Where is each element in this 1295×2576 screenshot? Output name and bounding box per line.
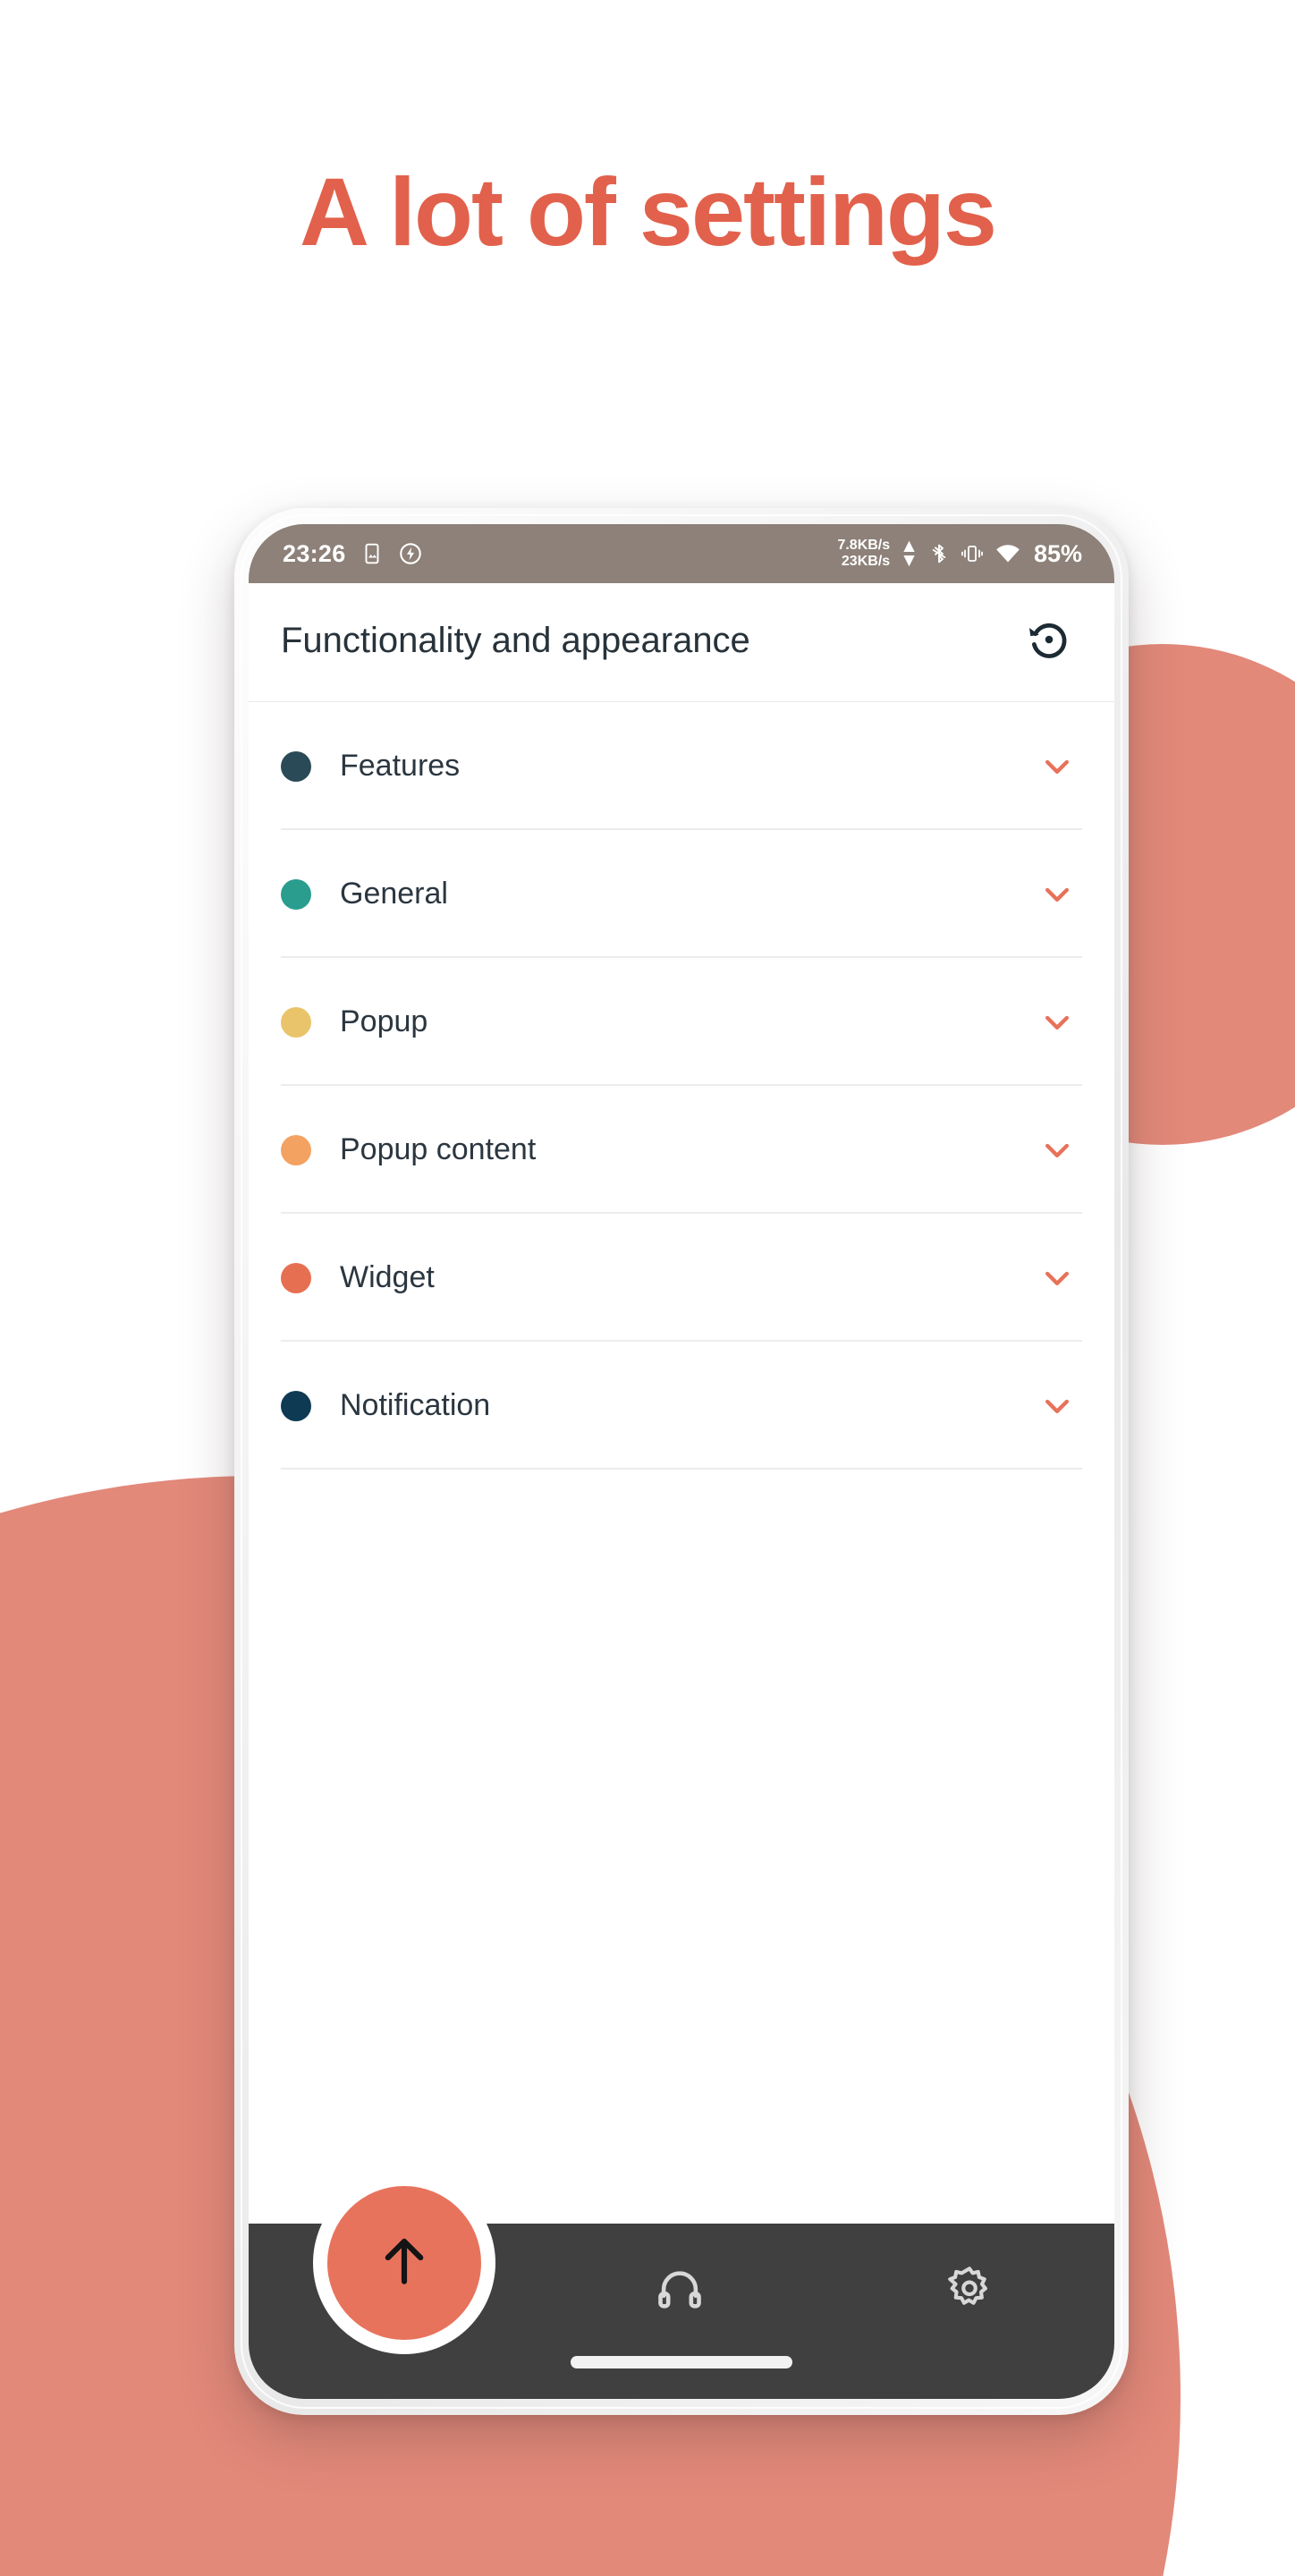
nav-item-settings[interactable]: [825, 2263, 1114, 2319]
app-header: Functionality and appearance: [249, 583, 1114, 702]
settings-row-label: Features: [340, 749, 461, 783]
chevron-down-icon[interactable]: [1032, 869, 1082, 919]
nav-items: [535, 2224, 1114, 2358]
settings-row-label: Notification: [340, 1388, 491, 1422]
settings-row-label: Popup: [340, 1004, 428, 1038]
network-download-speed: 23KB/s: [841, 554, 891, 569]
category-color-dot: [281, 1390, 311, 1421]
restore-icon: [1025, 615, 1073, 668]
settings-list: Features General Popup Popup content Wid…: [249, 702, 1114, 2224]
category-color-dot: [281, 878, 311, 910]
settings-row-widget[interactable]: Widget: [249, 1214, 1114, 1342]
status-bar-right: 7.8KB/s 23KB/s ▲ ▼ 85%: [837, 535, 1082, 571]
status-clock: 23:26: [283, 539, 346, 567]
screenshot-icon: [360, 542, 384, 565]
chevron-down-icon[interactable]: [1032, 1253, 1082, 1303]
bluetooth-icon: [928, 541, 950, 566]
wifi-icon: [995, 542, 1021, 565]
arrow-up-icon: [369, 2226, 439, 2301]
category-color-dot: [281, 1262, 311, 1293]
network-speed: 7.8KB/s 23KB/s: [837, 538, 890, 570]
settings-row-notification[interactable]: Notification: [249, 1342, 1114, 1470]
chevron-down-icon[interactable]: [1032, 1381, 1082, 1431]
screenshot-root: A lot of settings 23:26 7.8KB/s 23KB/s ▲…: [0, 0, 1295, 2576]
gear-icon: [944, 2263, 995, 2319]
settings-row-features[interactable]: Features: [249, 702, 1114, 830]
nav-item-audio[interactable]: [535, 2263, 825, 2319]
category-color-dot: [281, 750, 311, 782]
phone-device-mockup: 23:26 7.8KB/s 23KB/s ▲ ▼ 85% Functionali…: [234, 508, 1129, 2415]
network-arrows-icon: ▲ ▼: [900, 535, 918, 571]
home-gesture-indicator[interactable]: [571, 2356, 792, 2368]
network-upload-speed: 7.8KB/s: [837, 538, 891, 554]
restore-defaults-button[interactable]: [1014, 606, 1084, 676]
settings-row-label: Popup content: [340, 1132, 537, 1166]
chevron-down-icon[interactable]: [1032, 741, 1082, 792]
status-bar-left: 23:26: [283, 540, 423, 568]
chevron-down-icon[interactable]: [1032, 1125, 1082, 1175]
settings-row-label: Widget: [340, 1260, 435, 1294]
scroll-to-top-fab[interactable]: [327, 2186, 481, 2340]
category-color-dot: [281, 1134, 311, 1165]
battery-percentage: 85%: [1033, 539, 1082, 567]
page-title: A lot of settings: [300, 157, 997, 266]
app-title: Functionality and appearance: [281, 621, 750, 661]
bottom-navigation-bar: [249, 2172, 1114, 2399]
vibrate-icon: [960, 542, 985, 565]
settings-row-popup-content[interactable]: Popup content: [249, 1086, 1114, 1214]
settings-row-popup[interactable]: Popup: [249, 958, 1114, 1086]
headphones-icon: [654, 2263, 706, 2319]
settings-row-general[interactable]: General: [249, 830, 1114, 958]
phone-screen: 23:26 7.8KB/s 23KB/s ▲ ▼ 85% Functionali…: [249, 524, 1114, 2399]
settings-row-label: General: [340, 877, 448, 911]
status-bar: 23:26 7.8KB/s 23KB/s ▲ ▼ 85%: [249, 524, 1114, 583]
category-color-dot: [281, 1006, 311, 1038]
chevron-down-icon[interactable]: [1032, 997, 1082, 1047]
power-saver-icon: [398, 541, 423, 566]
